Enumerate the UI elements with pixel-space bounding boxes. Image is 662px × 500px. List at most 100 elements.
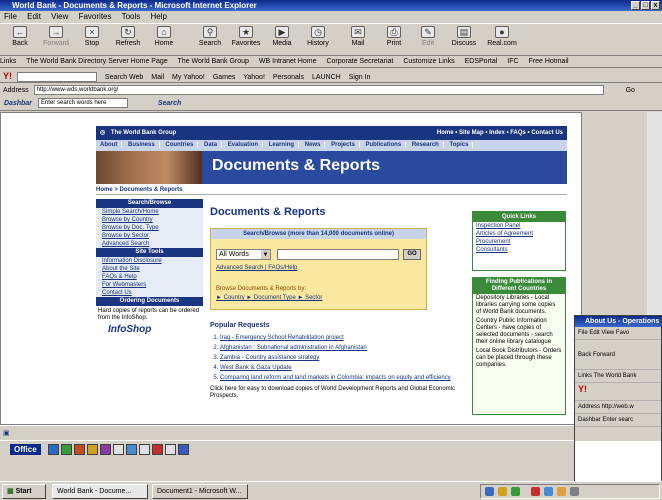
back-button[interactable]: ← Back (2, 26, 38, 47)
breadcrumb[interactable]: Home > Documents & Reports (96, 185, 567, 195)
dashbar-search-button[interactable]: Search (158, 100, 181, 107)
nav-business[interactable]: Business (124, 142, 160, 148)
about-links[interactable]: Links The World Bank (575, 370, 661, 383)
yahoo-search-input[interactable] (16, 72, 97, 83)
yahoo-home[interactable]: Yahoo! (243, 74, 265, 81)
link-intranet[interactable]: WB Intranet Home (259, 58, 317, 65)
tray-icon-3[interactable] (511, 487, 520, 496)
link-customize[interactable]: Customize Links (403, 58, 454, 65)
yahoo-personals[interactable]: Personals (273, 74, 304, 81)
link-wbgroup[interactable]: The World Bank Group (177, 58, 248, 65)
mail-button[interactable]: ✉ Mail (340, 26, 376, 47)
word-icon[interactable] (48, 444, 59, 455)
nav-browse-sector[interactable]: Browse by Sector (96, 232, 203, 240)
discuss-button[interactable]: ▤ Discuss (446, 26, 482, 47)
menu-favorites[interactable]: Favorites (79, 12, 112, 21)
folder-icon[interactable] (113, 444, 124, 455)
link-ifc[interactable]: IFC (507, 58, 518, 65)
search-input[interactable] (277, 249, 399, 260)
tray-icon-7[interactable] (570, 487, 579, 496)
taskbar-ie[interactable]: World Bank - Docume... (52, 484, 148, 499)
start-button[interactable]: ▦ Start (2, 484, 46, 499)
forward-button[interactable]: → Forward (38, 26, 74, 47)
infoshop-logo[interactable]: InfoShop (96, 324, 203, 335)
popular-footer[interactable]: Click here for easy to download copies o… (210, 386, 462, 400)
excel-icon[interactable] (61, 444, 72, 455)
home-button[interactable]: ⌂ Home (146, 26, 182, 47)
nav-browse-doctype[interactable]: Browse by Doc. Type (96, 224, 203, 232)
link-hotmail[interactable]: Free Hotmail (529, 58, 569, 65)
go-button[interactable]: Go (626, 87, 635, 94)
about-window[interactable]: About Us - Operations File Edit View Fav… (574, 315, 662, 500)
address-input[interactable]: http://www-wds.worldbank.org/ (33, 85, 604, 96)
about-menu[interactable]: File Edit View Favo (575, 327, 661, 340)
nav-about[interactable]: About (96, 142, 123, 148)
calendar-icon[interactable] (139, 444, 150, 455)
yahoo-games[interactable]: Games (213, 74, 236, 81)
yahoo-mail[interactable]: Mail (151, 74, 164, 81)
menu-view[interactable]: View (51, 12, 68, 21)
nav-topics[interactable]: Topics (445, 142, 474, 148)
nav-browse-country[interactable]: Browse by Country (96, 216, 203, 224)
tray-icon-6[interactable] (557, 487, 566, 496)
tray-icon-4[interactable] (531, 487, 540, 496)
stop-button[interactable]: × Stop (74, 26, 110, 47)
menu-tools[interactable]: Tools (122, 12, 141, 21)
link-edsportal[interactable]: EDSPortal (465, 58, 498, 65)
nav-research[interactable]: Research (407, 142, 444, 148)
nav-faqs[interactable]: FAQs & Help (96, 273, 203, 281)
popular-item-5[interactable]: Comparing land reform and land markets i… (220, 375, 462, 382)
favorites-button[interactable]: ★ Favorites (228, 26, 264, 47)
taskbar-word[interactable]: Document1 - Microsoft W... (152, 484, 248, 499)
tray-icon-1[interactable] (485, 487, 494, 496)
history-button[interactable]: ◷ History (300, 26, 336, 47)
tasks-icon[interactable] (178, 444, 189, 455)
word-mode-select[interactable]: All Words ▼ (216, 249, 271, 260)
nav-simple-search[interactable]: Simple Search/Home (96, 208, 203, 216)
about-dashbar[interactable]: Dashbar Enter searc (575, 414, 661, 427)
quick-articles[interactable]: Articles of Agreement (473, 230, 565, 238)
menu-edit[interactable]: Edit (27, 12, 41, 21)
nav-learning[interactable]: Learning (264, 142, 300, 148)
link-corpsec[interactable]: Corporate Secretariat (326, 58, 393, 65)
wb-toplinks[interactable]: Home • Site Map • Index • FAQs • Contact… (437, 126, 563, 140)
nav-contact[interactable]: Contact Us (96, 289, 203, 297)
refresh-button[interactable]: ↻ Refresh (110, 26, 146, 47)
menu-help[interactable]: Help (151, 12, 167, 21)
tray-icon-5[interactable] (544, 487, 553, 496)
access-icon[interactable] (100, 444, 111, 455)
nav-countries[interactable]: Countries (161, 142, 199, 148)
dashbar-input[interactable]: Enter search words here (37, 98, 128, 109)
nav-evaluation[interactable]: Evaluation (223, 142, 264, 148)
contacts-icon[interactable] (152, 444, 163, 455)
quick-consultants[interactable]: Consultants (473, 246, 565, 254)
popular-item-3[interactable]: Zambia - Country assistance strategy (220, 355, 462, 362)
powerpoint-icon[interactable] (74, 444, 85, 455)
tray-icon-2[interactable] (498, 487, 507, 496)
popular-item-4[interactable]: West Bank & Gaza Update (220, 365, 462, 372)
depository-libraries[interactable]: Depository Libraries - Local libraries c… (473, 294, 565, 317)
maximize-button[interactable]: □ (641, 1, 650, 10)
about-toolbar[interactable]: Back Forward (575, 340, 661, 370)
nav-publications[interactable]: Publications (361, 142, 407, 148)
ie-icon[interactable] (126, 444, 137, 455)
quick-inspection[interactable]: Inspection Panel (473, 222, 565, 230)
yahoo-launch[interactable]: LAUNCH (312, 74, 341, 81)
my-yahoo[interactable]: My Yahoo! (172, 74, 205, 81)
popular-item-1[interactable]: Iraq - Emergency School Rehabilitation p… (220, 335, 462, 342)
edit-button[interactable]: ✎ Edit (410, 26, 446, 47)
nav-data[interactable]: Data (200, 142, 223, 148)
nav-news[interactable]: News (300, 142, 326, 148)
quick-procurement[interactable]: Procurement (473, 238, 565, 246)
yahoo-signin[interactable]: Sign In (349, 74, 371, 81)
public-info-centers[interactable]: Country Public Information Centers - hav… (473, 317, 565, 347)
search-button[interactable]: ⚲ Search (192, 26, 228, 47)
nav-advanced-search[interactable]: Advanced Search (96, 240, 203, 248)
search-help-links[interactable]: Advanced Search | FAQs/Help (216, 265, 297, 271)
nav-about-site[interactable]: About the Site (96, 265, 203, 273)
outlook-icon[interactable] (87, 444, 98, 455)
link-directory[interactable]: The World Bank Directory Server Home Pag… (26, 58, 167, 65)
popular-item-2[interactable]: Afghanistan : Subnational administration… (220, 345, 462, 352)
nav-projects[interactable]: Projects (327, 142, 360, 148)
about-address[interactable]: Address http://web.w (575, 401, 661, 414)
